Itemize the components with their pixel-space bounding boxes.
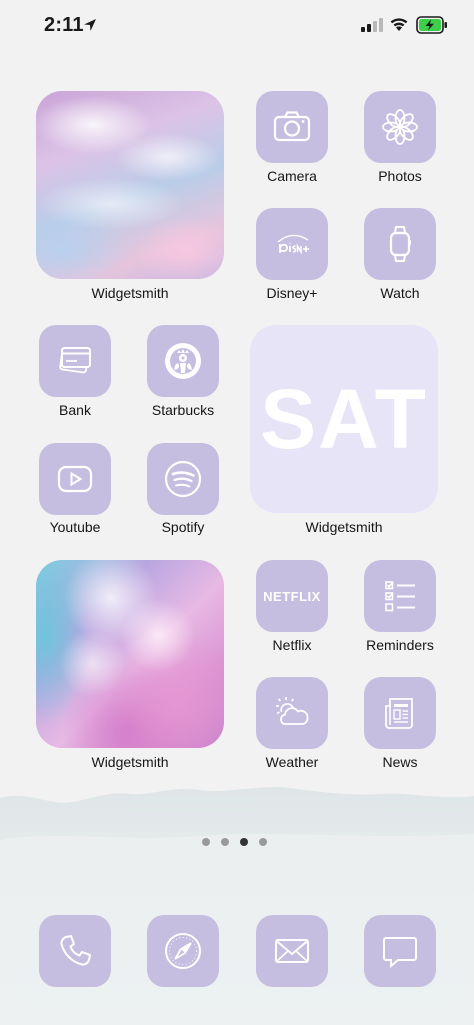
disney-plus-app-button[interactable] xyxy=(256,208,328,280)
app-label-disney: Disney+ xyxy=(266,285,318,301)
app-label-watch: Watch xyxy=(380,285,420,301)
disney-plus-logo-icon xyxy=(277,234,309,255)
app-label-netflix: Netflix xyxy=(272,637,312,653)
mail-icon xyxy=(275,939,309,963)
app-label-weather: Weather xyxy=(265,754,319,770)
widget-day-text: SAT xyxy=(260,371,428,466)
news-app-button[interactable] xyxy=(364,677,436,749)
flower-icon xyxy=(382,109,418,145)
widget-sky-photo[interactable] xyxy=(36,91,224,279)
page-indicator[interactable] xyxy=(202,838,272,846)
phone-app-button[interactable] xyxy=(39,915,111,987)
mail-app-button[interactable] xyxy=(256,915,328,987)
speech-bubble-icon xyxy=(383,937,417,969)
app-label-photos: Photos xyxy=(378,168,422,184)
netflix-wordmark-icon: NETFLIX xyxy=(263,588,321,604)
app-label-bank: Bank xyxy=(59,402,91,418)
reminders-app-button[interactable] xyxy=(364,560,436,632)
checklist-icon xyxy=(385,581,415,612)
widget-label: Widgetsmith xyxy=(305,519,383,535)
app-label-starbucks: Starbucks xyxy=(151,402,215,418)
play-button-icon xyxy=(57,465,93,493)
phone-icon xyxy=(60,934,92,966)
battery-charging-icon xyxy=(416,16,447,34)
page-dot-active xyxy=(240,838,248,846)
cellular-signal-icon xyxy=(361,18,383,32)
widget-day[interactable]: SAT xyxy=(250,325,438,513)
spotify-app-button[interactable] xyxy=(147,443,219,515)
page-dot xyxy=(202,838,210,846)
messages-app-button[interactable] xyxy=(364,915,436,987)
youtube-app-button[interactable] xyxy=(39,443,111,515)
weather-app-button[interactable] xyxy=(256,677,328,749)
bank-app-button[interactable] xyxy=(39,325,111,397)
camera-icon xyxy=(273,111,311,142)
starbucks-app-button[interactable] xyxy=(147,325,219,397)
widget-label: Widgetsmith xyxy=(91,754,169,770)
wifi-icon xyxy=(390,18,408,31)
app-label-camera: Camera xyxy=(267,168,317,184)
widget-label: Widgetsmith xyxy=(91,285,169,301)
widget-crystal-photo[interactable] xyxy=(36,560,224,748)
card-icon xyxy=(59,347,91,374)
compass-icon xyxy=(165,933,201,969)
sun-cloud-icon xyxy=(276,697,309,725)
spotify-icon xyxy=(164,460,202,498)
camera-app-button[interactable] xyxy=(256,91,328,163)
watch-icon xyxy=(389,226,411,262)
app-label-spotify: Spotify xyxy=(161,519,205,535)
app-label-youtube: Youtube xyxy=(49,519,101,535)
app-label-news: News xyxy=(382,754,418,770)
netflix-app-button[interactable]: NETFLIX xyxy=(256,560,328,632)
page-dot xyxy=(221,838,229,846)
app-label-reminders: Reminders xyxy=(366,637,434,653)
newspaper-icon xyxy=(385,698,413,729)
starbucks-siren-icon xyxy=(165,343,201,379)
watch-app-button[interactable] xyxy=(364,208,436,280)
status-time: 2:11 xyxy=(44,14,84,36)
photos-app-button[interactable] xyxy=(364,91,436,163)
location-arrow-icon xyxy=(84,19,96,31)
safari-app-button[interactable] xyxy=(147,915,219,987)
page-dot xyxy=(259,838,267,846)
